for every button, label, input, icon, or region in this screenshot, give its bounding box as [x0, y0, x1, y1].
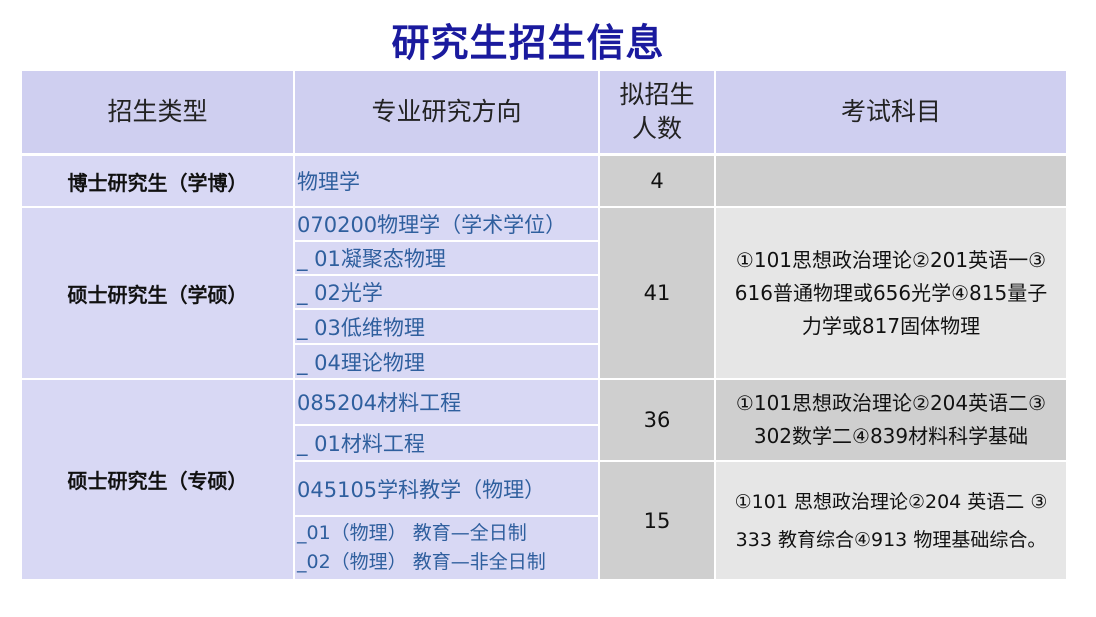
subjects-professional-g1-line1: ①101思想政治理论②204英语二③	[735, 391, 1047, 415]
subjects-master-academic-line1: ①101思想政治理论②201英语一③	[735, 247, 1047, 272]
type-phd: 博士研究生（学博）	[22, 156, 293, 206]
header-quota-line2: 人数	[631, 114, 682, 143]
direction-master-academic-0: 070200物理学（学术学位）	[295, 208, 598, 240]
subjects-phd	[716, 156, 1066, 206]
direction-master-academic-1: _ 01凝聚态物理	[295, 242, 598, 274]
subjects-professional-g2-line2: 333 教育综合④913 物理基础综合。	[735, 528, 1047, 551]
subjects-professional-g2: ①101 思想政治理论②204 英语二 ③ 333 教育综合④913 物理基础综…	[716, 462, 1066, 579]
quota-phd: 4	[600, 156, 714, 206]
header-quota: 拟招生 人数	[600, 71, 714, 153]
direction-master-academic-2: _ 02光学	[295, 276, 598, 308]
type-master-academic: 硕士研究生（学硕）	[22, 208, 293, 378]
quota-professional-g1: 36	[600, 380, 714, 460]
page-title: 研究生招生信息	[391, 21, 665, 65]
direction-professional-g1-0: 085204材料工程	[295, 380, 598, 424]
direction-professional-g1-1: _ 01材料工程	[295, 426, 598, 460]
subjects-master-academic: ①101思想政治理论②201英语一③ 616普通物理或656光学④815量子 力…	[716, 208, 1066, 378]
header-quota-line1: 拟招生	[619, 80, 695, 109]
quota-professional-g2: 15	[600, 462, 714, 579]
header-type: 招生类型	[22, 71, 293, 153]
direction-professional-g2-0: 045105学科教学（物理）	[295, 462, 598, 515]
direction-master-academic-4: _ 04理论物理	[295, 345, 598, 378]
subjects-professional-g2-line1: ①101 思想政治理论②204 英语二 ③	[734, 490, 1048, 513]
type-master-professional: 硕士研究生（专硕）	[22, 380, 293, 579]
header-subjects: 考试科目	[716, 71, 1066, 153]
direction-professional-g2-2: _02（物理） 教育—非全日制	[297, 551, 546, 573]
subjects-master-academic-line3: 力学或817固体物理	[801, 313, 981, 338]
quota-master-academic: 41	[600, 208, 714, 378]
subjects-professional-g1: ①101思想政治理论②204英语二③ 302数学二④839材料科学基础	[716, 380, 1066, 460]
subjects-professional-g1-line2: 302数学二④839材料科学基础	[753, 424, 1029, 448]
direction-professional-g2-sub: _01（物理） 教育—全日制 _02（物理） 教育—非全日制	[295, 517, 598, 579]
direction-professional-g2-1: _01（物理） 教育—全日制	[297, 522, 527, 544]
direction-master-academic-3: _ 03低维物理	[295, 310, 598, 343]
header-direction: 专业研究方向	[295, 71, 598, 153]
direction-phd: 物理学	[295, 156, 598, 206]
subjects-master-academic-line2: 616普通物理或656光学④815量子	[734, 280, 1048, 305]
